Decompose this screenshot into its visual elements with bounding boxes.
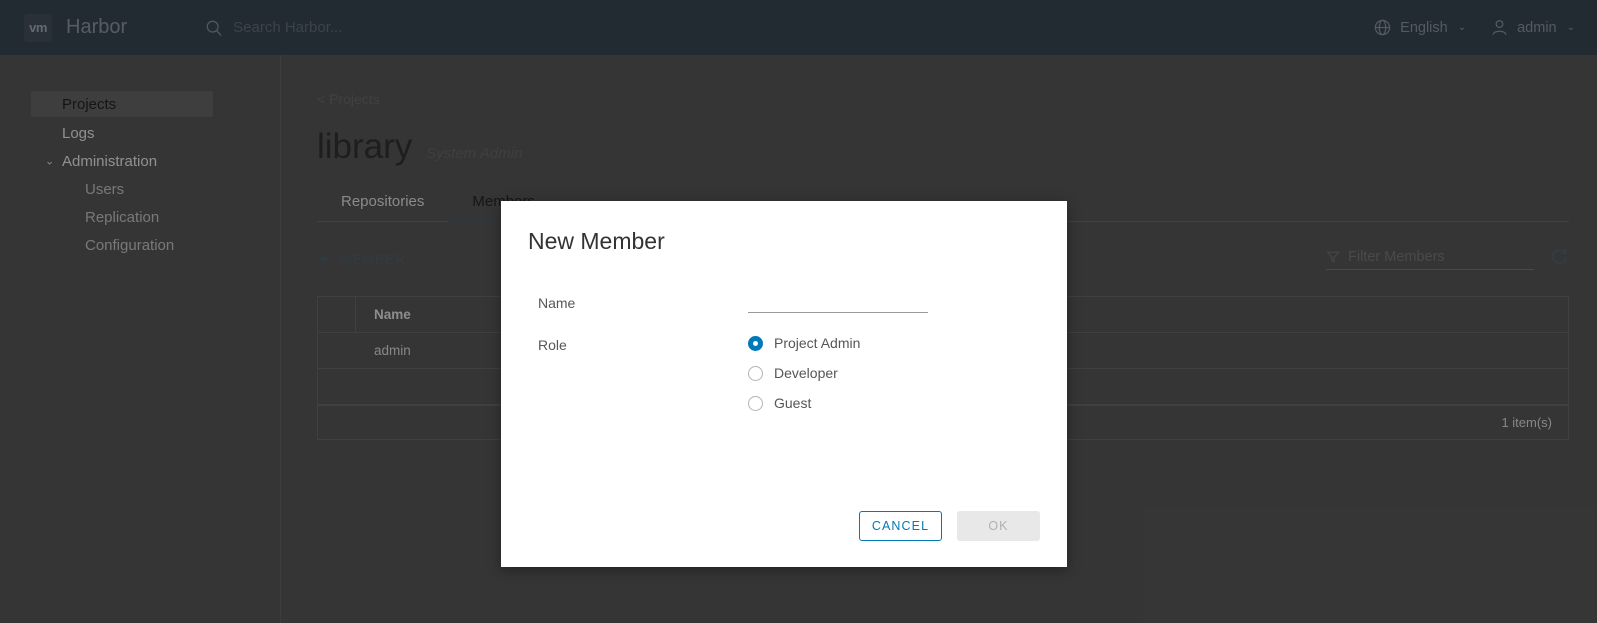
role-field-row: Role Project Admin Developer Guest [538,335,1067,411]
radio-option-project-admin[interactable]: Project Admin [748,335,860,351]
cancel-button[interactable]: CANCEL [859,511,942,541]
new-member-dialog: New Member Name Role Project Admin Devel… [501,201,1067,567]
name-label: Name [538,295,576,311]
role-radio-group: Project Admin Developer Guest [748,335,860,411]
harbor-app-window: vm Harbor Search Harbor... English ⌄ adm… [0,0,1597,623]
radio-label: Project Admin [774,335,861,351]
radio-label: Guest [774,395,812,411]
radio-selected-icon[interactable] [748,335,763,351]
name-input[interactable] [748,293,928,313]
radio-option-developer[interactable]: Developer [748,365,860,381]
dialog-title: New Member [528,228,665,254]
radio-option-guest[interactable]: Guest [748,395,860,411]
ok-button[interactable]: OK [957,511,1040,541]
role-label: Role [538,337,567,353]
radio-unselected-icon[interactable] [748,395,763,411]
name-field-row: Name [538,293,1067,313]
radio-unselected-icon[interactable] [748,365,763,381]
dialog-body: Name Role Project Admin Developer Guest [501,255,1067,511]
dialog-footer: CANCEL OK [501,511,1067,567]
radio-label: Developer [774,365,838,381]
